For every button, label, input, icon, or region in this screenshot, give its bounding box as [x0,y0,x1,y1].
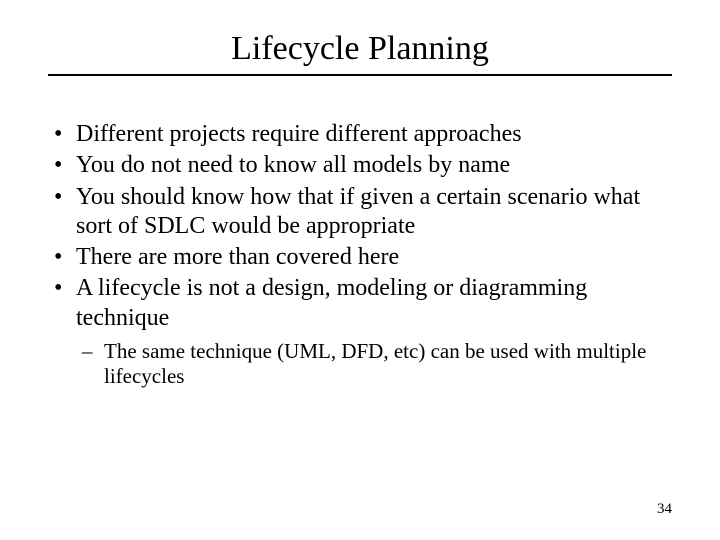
bullet-item: You should know how that if given a cert… [48,183,672,242]
bullet-item: There are more than covered here [48,243,672,272]
slide-title: Lifecycle Planning [48,30,672,76]
bullet-list: Different projects require different app… [48,120,672,333]
page-number: 34 [657,501,672,518]
slide-content: Different projects require different app… [48,120,672,390]
sub-bullet-list: The same technique (UML, DFD, etc) can b… [48,339,672,390]
bullet-item: A lifecycle is not a design, modeling or… [48,274,672,333]
bullet-item: Different projects require different app… [48,120,672,149]
sub-bullet-item: The same technique (UML, DFD, etc) can b… [48,339,672,390]
slide: Lifecycle Planning Different projects re… [0,0,720,540]
bullet-item: You do not need to know all models by na… [48,151,672,180]
